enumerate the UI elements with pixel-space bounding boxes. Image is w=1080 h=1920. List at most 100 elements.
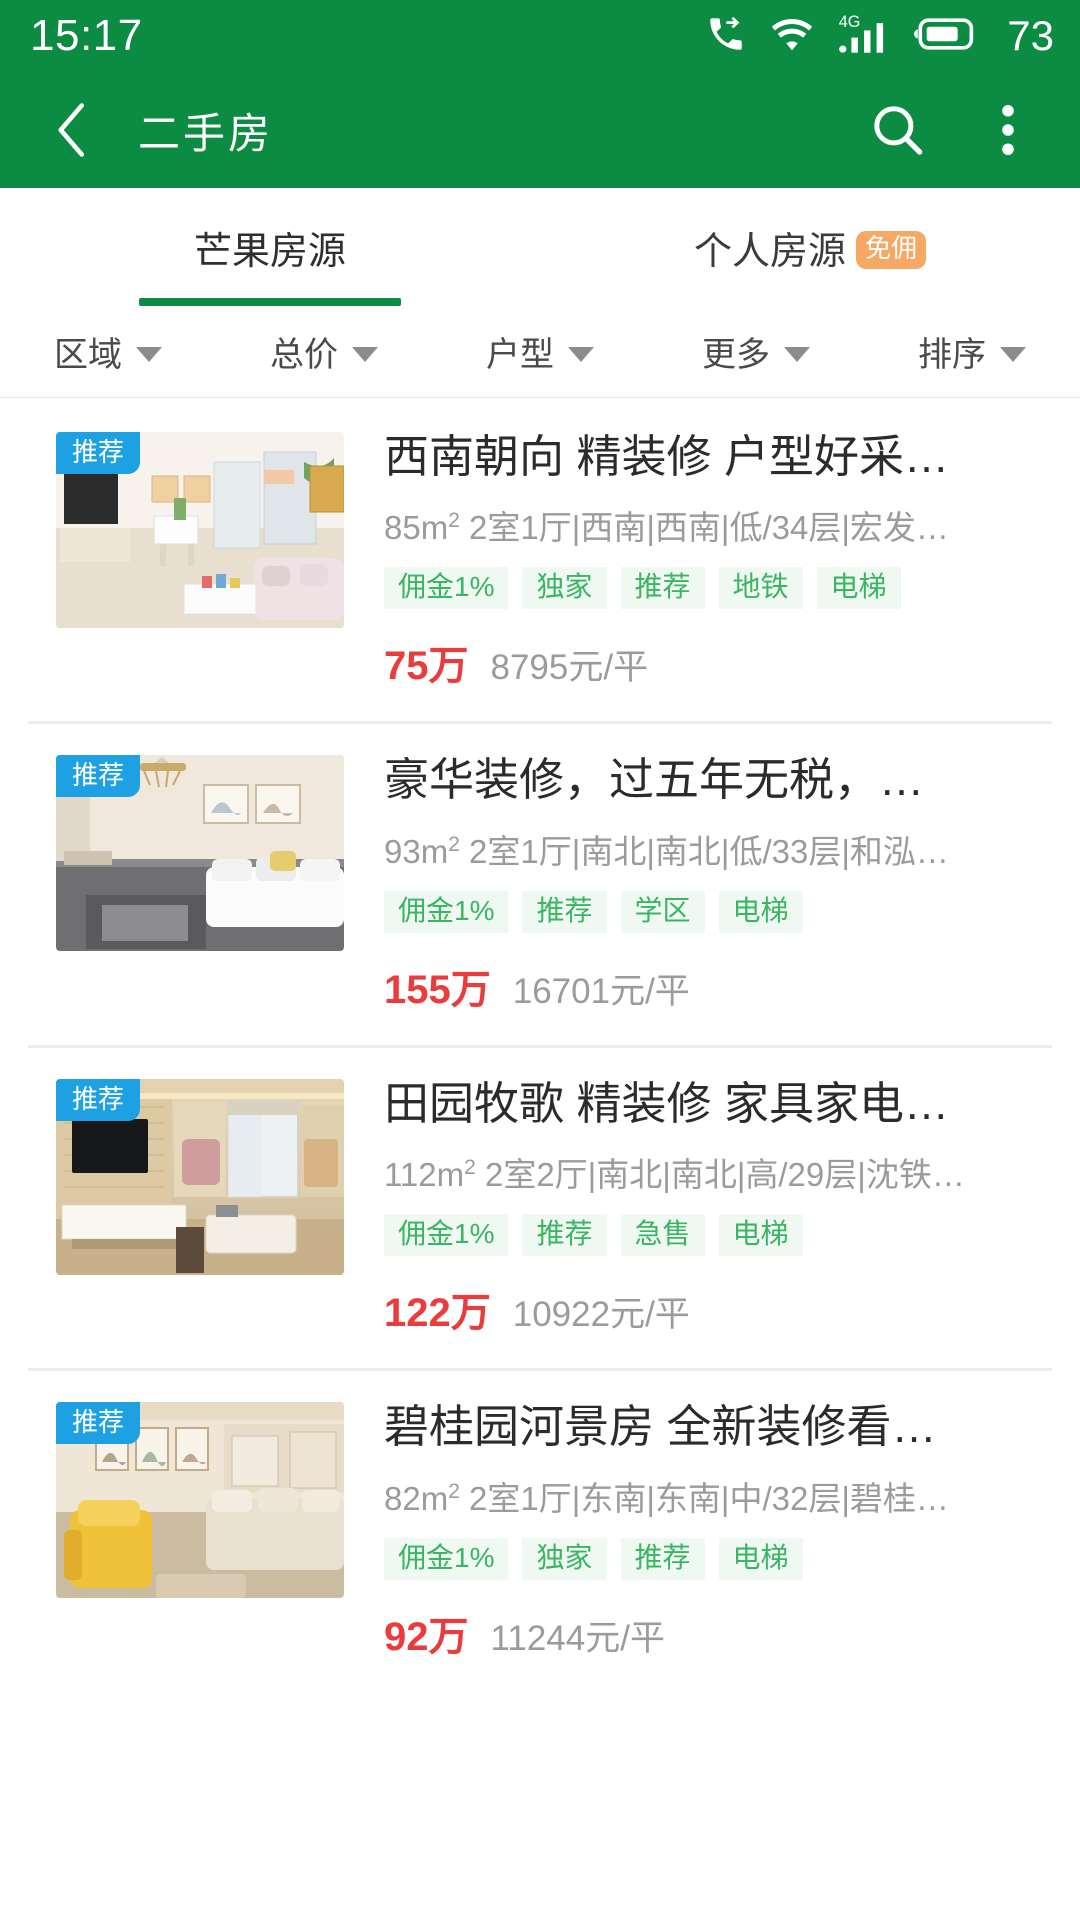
- network-type-label: 4G: [839, 12, 861, 30]
- tab-label: 个人房源: [693, 230, 846, 273]
- back-button[interactable]: [30, 87, 116, 173]
- listing-total-price: 155万: [384, 967, 491, 1012]
- listing-info: 碧桂园河景房 全新装修看… 82m2 2室1厅|东南|东南|中/32层|碧桂… …: [344, 1402, 1052, 1661]
- filter-more[interactable]: 更多: [648, 306, 864, 397]
- listing-price-row: 75万 8795元/平: [384, 633, 1052, 691]
- listing-tag: 独家: [522, 1537, 607, 1580]
- listing-tag: 学区: [620, 890, 705, 933]
- wifi-icon: [769, 14, 815, 59]
- tab-active-indicator: [139, 298, 401, 306]
- filter-layout[interactable]: 户型: [432, 306, 648, 397]
- listing-tag: 急售: [620, 1214, 705, 1257]
- tab-personal-listings[interactable]: 个人房源 免佣: [540, 188, 1080, 306]
- listing-subtitle: 85m2 2室1厅|西南|西南|低/34层|宏发…: [384, 509, 949, 547]
- listing-total-price: 92万: [384, 1614, 469, 1659]
- overflow-menu-button[interactable]: [966, 88, 1050, 172]
- tabs-section: 芒果房源 个人房源 免佣: [0, 188, 1080, 306]
- battery-percent-label: 73: [1007, 12, 1054, 59]
- filter-total-price[interactable]: 总价: [216, 306, 432, 397]
- filter-label: 更多: [702, 336, 770, 374]
- filter-label: 总价: [270, 336, 338, 374]
- listing-unit-price: 10922元/平: [512, 1295, 690, 1335]
- listing-tag: 独家: [522, 567, 607, 610]
- filter-label: 户型: [486, 336, 554, 374]
- chevron-left-icon: [58, 103, 85, 157]
- search-icon: [874, 106, 923, 155]
- listing-price-row: 155万 16701元/平: [384, 957, 1052, 1015]
- tab-label: 芒果房源: [193, 230, 346, 273]
- tab-mango-listings[interactable]: 芒果房源: [0, 188, 540, 306]
- listing-thumbnail[interactable]: 推荐: [56, 1402, 344, 1599]
- status-bar: 15:17 4G 73: [0, 0, 1080, 72]
- recommended-badge: 推荐: [56, 755, 141, 798]
- tab-bar: 芒果房源 个人房源 免佣: [0, 188, 1080, 306]
- status-bar-icons: 4G 73: [705, 12, 1054, 61]
- app-bar-actions: [856, 88, 1050, 172]
- listing-info: 西南朝向 精装修 户型好采… 85m2 2室1厅|西南|西南|低/34层|宏发……: [344, 432, 1052, 691]
- listing-tag: 电梯: [816, 567, 901, 610]
- listing-title: 碧桂园河景房 全新装修看…: [384, 1402, 937, 1453]
- filter-sort[interactable]: 排序: [864, 306, 1080, 397]
- listing-title: 西南朝向 精装修 户型好采…: [384, 432, 950, 482]
- listing-title: 豪华装修，过五年无税，…: [384, 755, 925, 806]
- listing-tag: 佣金1%: [384, 890, 509, 933]
- listing-title: 田园牧歌 精装修 家具家电…: [384, 1078, 950, 1129]
- listing-unit-price: 16701元/平: [512, 971, 690, 1011]
- no-commission-badge: 免佣: [856, 231, 927, 269]
- cellular-signal-icon: 4G: [837, 12, 891, 61]
- listing-tags: 佣金1% 独家 推荐 电梯: [384, 1537, 1052, 1580]
- listing-subtitle: 112m2 2室2厅|南北|南北|高/29层|沈铁…: [384, 1156, 965, 1194]
- chevron-down-icon: [136, 346, 162, 362]
- listing-subtitle: 82m2 2室1厅|东南|东南|中/32层|碧桂…: [384, 1479, 949, 1517]
- recommended-badge: 推荐: [56, 432, 141, 474]
- filter-label: 排序: [918, 336, 986, 374]
- listing-unit-price: 8795元/平: [490, 648, 649, 688]
- listing-thumbnail[interactable]: 推荐: [56, 755, 344, 952]
- chevron-down-icon: [784, 346, 810, 362]
- listing-thumbnail[interactable]: 推荐: [56, 432, 344, 628]
- listing-info: 豪华装修，过五年无税，… 93m2 2室1厅|南北|南北|低/33层|和泓… 佣…: [344, 755, 1052, 1014]
- filter-bar: 区域 总价 户型 更多 排序: [0, 306, 1080, 398]
- listing-tag: 电梯: [718, 1214, 803, 1257]
- call-forward-icon: [705, 13, 747, 60]
- listing-tag: 佣金1%: [384, 1537, 509, 1580]
- listing-tags: 佣金1% 推荐 学区 电梯: [384, 890, 1052, 933]
- listing-tag: 推荐: [522, 890, 607, 933]
- filter-label: 区域: [54, 336, 122, 374]
- listing-card[interactable]: 推荐 碧桂园河景房 全新装修看… 82m2 2室1厅|东南|东南|中/32层|碧…: [0, 1368, 1080, 1691]
- page-title: 二手房: [138, 109, 274, 157]
- listing-tag: 电梯: [718, 890, 803, 933]
- listing-list: 推荐 西南朝向 精装修 户型好采… 85m2 2室1厅|西南|西南|低/34层|…: [0, 398, 1080, 1692]
- listing-price-row: 92万 11244元/平: [384, 1604, 1052, 1662]
- listing-unit-price: 11244元/平: [490, 1618, 665, 1658]
- listing-tag: 推荐: [620, 1537, 705, 1580]
- listing-price-row: 122万 10922元/平: [384, 1280, 1052, 1338]
- filter-area[interactable]: 区域: [0, 306, 216, 397]
- chevron-down-icon: [568, 346, 594, 362]
- listing-subtitle: 93m2 2室1厅|南北|南北|低/33层|和泓…: [384, 832, 949, 870]
- listing-tag: 推荐: [620, 567, 705, 610]
- search-button[interactable]: [856, 88, 940, 172]
- listing-tags: 佣金1% 独家 推荐 地铁 电梯: [384, 567, 1052, 610]
- recommended-badge: 推荐: [56, 1402, 141, 1445]
- battery-icon: [913, 17, 975, 56]
- listing-card[interactable]: 推荐 豪华装修，过五年无税，… 93m2 2室1厅|南北|南北|低/33层|和泓…: [0, 721, 1080, 1044]
- listing-total-price: 122万: [384, 1291, 491, 1336]
- chevron-down-icon: [352, 346, 378, 362]
- listing-tag: 佣金1%: [384, 1214, 509, 1257]
- app-bar: 二手房: [0, 72, 1080, 188]
- status-time: 15:17: [30, 11, 143, 60]
- listing-card[interactable]: 推荐 田园牧歌 精装修 家具家电… 112m2 2室2厅|南北|南北|高/29层…: [0, 1044, 1080, 1368]
- listing-card[interactable]: 推荐 西南朝向 精装修 户型好采… 85m2 2室1厅|西南|西南|低/34层|…: [0, 398, 1080, 721]
- listing-tag: 佣金1%: [384, 567, 509, 610]
- listing-tag: 推荐: [522, 1214, 607, 1257]
- recommended-badge: 推荐: [56, 1078, 141, 1121]
- listing-tag: 电梯: [718, 1537, 803, 1580]
- chevron-down-icon: [1000, 346, 1026, 362]
- more-vertical-icon: [1002, 104, 1014, 156]
- listing-thumbnail[interactable]: 推荐: [56, 1078, 344, 1275]
- listing-tags: 佣金1% 推荐 急售 电梯: [384, 1214, 1052, 1257]
- listing-total-price: 75万: [384, 644, 469, 689]
- listing-info: 田园牧歌 精装修 家具家电… 112m2 2室2厅|南北|南北|高/29层|沈铁…: [344, 1079, 1052, 1338]
- listing-tag: 地铁: [718, 567, 803, 610]
